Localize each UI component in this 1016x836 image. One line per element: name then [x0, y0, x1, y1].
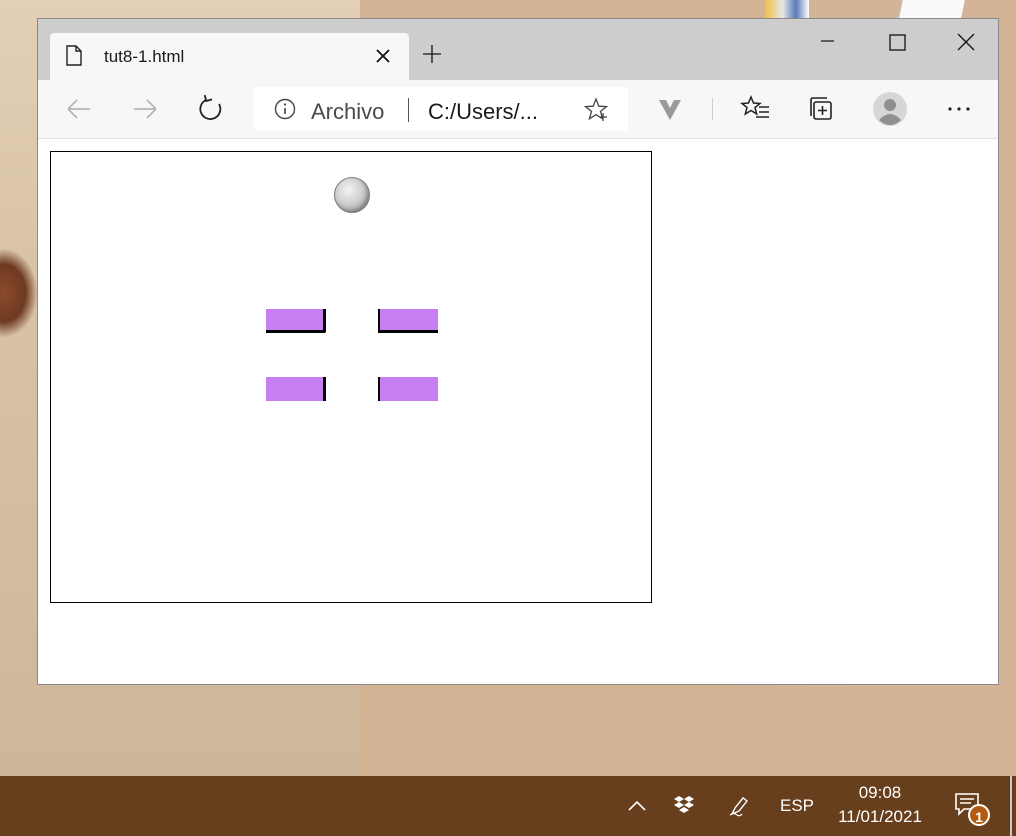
chevron-up-icon[interactable]	[626, 795, 648, 817]
forward-arrow-icon[interactable]	[128, 92, 162, 126]
clock-time: 09:08	[858, 783, 902, 802]
brick	[378, 309, 438, 333]
more-icon[interactable]	[942, 92, 976, 126]
tab-title: tut8-1.html	[104, 47, 185, 66]
browser-tab[interactable]: tut8-1.html	[50, 33, 409, 80]
desktop-icon[interactable]	[898, 0, 965, 18]
language-indicator[interactable]: ESP	[780, 796, 814, 816]
profile-avatar-icon[interactable]	[871, 90, 909, 128]
pen-icon[interactable]	[728, 795, 750, 817]
address-separator	[408, 98, 409, 122]
desktop-icon[interactable]	[765, 0, 809, 18]
close-icon[interactable]	[372, 45, 394, 67]
refresh-icon[interactable]	[194, 92, 228, 126]
notification-center[interactable]: 1	[954, 792, 990, 826]
game-canvas[interactable]	[50, 151, 652, 603]
favorite-star-icon[interactable]	[584, 97, 610, 123]
extension-v-icon[interactable]	[653, 92, 687, 126]
site-info-label: Archivo	[311, 99, 385, 124]
info-icon[interactable]	[274, 98, 296, 120]
taskbar: ESP 09:08 11/01/2021 1	[0, 776, 1016, 836]
document-icon	[66, 45, 82, 66]
plus-icon[interactable]	[421, 43, 443, 65]
clock[interactable]: 09:08 11/01/2021	[828, 782, 932, 830]
toolbar: Archivo C:/Users/...	[38, 80, 998, 139]
collections-icon[interactable]	[805, 92, 839, 126]
address-bar[interactable]: Archivo C:/Users/...	[254, 87, 628, 131]
toolbar-separator	[712, 98, 713, 120]
favorites-list-icon[interactable]	[739, 92, 773, 126]
brick	[378, 377, 438, 401]
back-arrow-icon[interactable]	[62, 92, 96, 126]
title-bar: tut8-1.html	[38, 19, 998, 80]
page-content	[38, 139, 998, 684]
dropbox-icon[interactable]	[673, 794, 695, 816]
show-desktop-edge[interactable]	[1010, 776, 1012, 836]
wallpaper-detail	[0, 248, 38, 338]
clock-date: 11/01/2021	[838, 807, 922, 826]
brick	[266, 377, 326, 401]
minimize-icon[interactable]	[804, 19, 850, 59]
notification-badge: 1	[968, 804, 990, 826]
url-text[interactable]: C:/Users/...	[428, 99, 538, 125]
browser-window: tut8-1.html Archivo C:/Users/...	[37, 18, 999, 685]
window-close-icon[interactable]	[943, 19, 989, 59]
brick	[266, 309, 326, 333]
ball	[334, 177, 370, 213]
maximize-icon[interactable]	[874, 19, 920, 59]
